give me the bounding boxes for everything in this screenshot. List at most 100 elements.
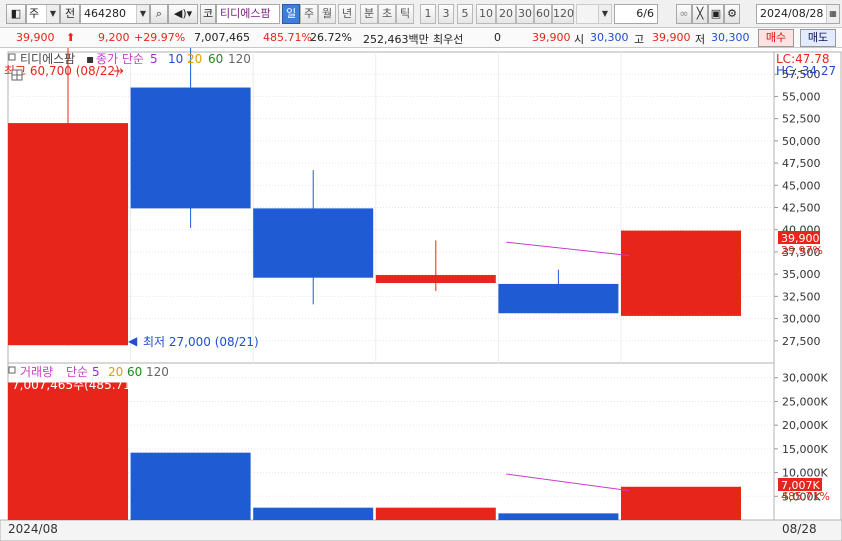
- screen-layout-icon[interactable]: ◧: [6, 4, 26, 24]
- chart-area[interactable]: 57,50055,00052,50050,00047,50045,00042,5…: [0, 48, 842, 541]
- panel-toggle-icon[interactable]: [8, 366, 16, 374]
- bid-price: 39,900: [532, 31, 571, 44]
- price-ma-period-60: 60: [208, 52, 223, 66]
- interval-button[interactable]: 30: [516, 4, 534, 24]
- volume-bar[interactable]: [253, 507, 374, 520]
- volume-bar[interactable]: [8, 382, 128, 520]
- volume-tick-label: 20,000K: [782, 419, 828, 432]
- volume-tick-label: 15,000K: [782, 443, 828, 456]
- volume-pct: 485.71%: [263, 31, 312, 44]
- page-count-field[interactable]: 6/6: [614, 4, 658, 24]
- period-tab-week[interactable]: 주: [300, 4, 318, 24]
- market-code-label: 전: [64, 7, 76, 20]
- volume-ma-period-120: 120: [146, 365, 169, 379]
- period-tab-label: 월: [321, 7, 333, 20]
- search-icon[interactable]: ⌕: [150, 4, 168, 24]
- price-ma-period-20: 20: [187, 52, 202, 66]
- preferred-label: 최우선: [433, 33, 464, 46]
- interval-button[interactable]: 20: [496, 4, 516, 24]
- interval-button[interactable]: 120: [552, 4, 574, 24]
- volume-bar[interactable]: [621, 486, 741, 520]
- chart-tool-icon[interactable]: ╳: [692, 4, 708, 24]
- price-tick-label: 32,500: [782, 290, 821, 303]
- period-tab-second[interactable]: 초: [378, 4, 396, 24]
- sell-button[interactable]: 매도: [800, 29, 836, 47]
- stock-name-value: 티디에스팜: [220, 7, 271, 20]
- x-axis-area: [0, 519, 842, 541]
- hc-label: HC:-34.27: [776, 64, 836, 78]
- volume-ma-period-20: 20: [108, 365, 123, 379]
- price-ma-period-10: 10: [168, 52, 183, 66]
- chevron-down-icon[interactable]: ▼: [136, 5, 149, 23]
- interval-button[interactable]: 10: [476, 4, 496, 24]
- volume-ma-label: 단순: [66, 365, 88, 379]
- period-code-select[interactable]: 주 ▼: [26, 4, 60, 24]
- period-code-value: 주: [29, 7, 40, 20]
- volume-bar[interactable]: [498, 513, 619, 520]
- low-price: 30,300: [711, 31, 750, 44]
- period-tab-label: 년: [341, 7, 353, 20]
- interval-button[interactable]: 60: [534, 4, 552, 24]
- volume-tick-label: 25,000K: [782, 395, 828, 408]
- interval-label: 20: [499, 7, 513, 20]
- price-tick-label: 47,500: [782, 157, 821, 170]
- current-price: 39,900: [16, 31, 55, 44]
- calendar-icon[interactable]: ▦: [826, 5, 839, 23]
- period-tab-label: 분: [363, 7, 375, 20]
- period-tab-label: 주: [303, 7, 315, 20]
- price-ma-period-120: 120: [228, 52, 251, 66]
- interval-button[interactable]: 1: [420, 4, 436, 24]
- save-icon[interactable]: ▣: [708, 4, 724, 24]
- candle-body[interactable]: [253, 208, 374, 278]
- x-axis-right-label: 08/28: [782, 522, 817, 536]
- low-annotation: 최저 27,000 (08/21): [143, 335, 259, 349]
- price-tick-label: 35,000: [782, 268, 821, 281]
- volume-value: 7,007,465: [194, 31, 250, 44]
- candle-body[interactable]: [621, 230, 741, 316]
- period-tab-day[interactable]: 일: [282, 4, 300, 24]
- date-field[interactable]: 2024/08/28 ▦: [756, 4, 840, 24]
- quote-bar: 39,900 ⬆ 9,200 +29.97% 7,007,465 485.71%…: [0, 28, 842, 48]
- last-pct-label: 29.97%: [781, 244, 823, 257]
- trade-amount: 252,463백만: [363, 33, 429, 46]
- period-tab-month[interactable]: 월: [318, 4, 336, 24]
- price-tick-label: 45,000: [782, 179, 821, 192]
- candle-body[interactable]: [130, 87, 251, 209]
- interval-button[interactable]: 3: [438, 4, 454, 24]
- volume-panel-title: 거래량: [20, 365, 53, 379]
- period-tab-tick[interactable]: 틱: [396, 4, 414, 24]
- buy-button[interactable]: 매수: [758, 29, 794, 47]
- toolbar: ◧ 주 ▼ 전 464280 ▼ ⌕ ◀)▾ 코 티디에스팜 일 주 월 년 분 초…: [0, 0, 842, 28]
- interval-label: 120: [553, 7, 574, 20]
- volume-bar[interactable]: [130, 452, 251, 520]
- x-axis-left-label: 2024/08: [8, 522, 58, 536]
- stock-code-input[interactable]: 464280 ▼: [80, 4, 150, 24]
- candle-body[interactable]: [8, 123, 128, 346]
- price-change-pct: +29.97%: [134, 31, 186, 44]
- panel-toggle-icon[interactable]: [8, 53, 16, 61]
- market-code-button[interactable]: 전: [60, 4, 80, 24]
- candle-body[interactable]: [375, 275, 496, 284]
- interval-button[interactable]: 5: [457, 4, 473, 24]
- low-label: 저: [695, 33, 706, 46]
- price-ma-period-5: 5: [150, 52, 158, 66]
- last-volume-pct: 485.71%: [781, 490, 830, 503]
- period-tab-minute[interactable]: 분: [360, 4, 378, 24]
- interval-label: 10: [479, 7, 493, 20]
- period-tab-year[interactable]: 년: [338, 4, 356, 24]
- binoculars-icon[interactable]: ∞: [676, 4, 692, 24]
- speaker-icon[interactable]: ◀)▾: [168, 4, 198, 24]
- date-value: 2024/08/28: [760, 7, 824, 20]
- interval-label: 60: [536, 7, 550, 20]
- stock-name-field: 티디에스팜: [216, 4, 280, 24]
- volume-bar[interactable]: [375, 507, 496, 520]
- chevron-down-icon[interactable]: ▼: [46, 5, 59, 23]
- chevron-down-icon[interactable]: ▼: [598, 5, 611, 23]
- high-label: 고: [634, 33, 645, 46]
- gear-icon[interactable]: ⚙: [724, 4, 740, 24]
- interval-custom-select[interactable]: ▼: [576, 4, 612, 24]
- candle-body[interactable]: [498, 283, 619, 314]
- period-tab-label: 초: [381, 7, 393, 20]
- volume-ma-period-5: 5: [92, 365, 100, 379]
- price-tick-label: 30,000: [782, 313, 821, 326]
